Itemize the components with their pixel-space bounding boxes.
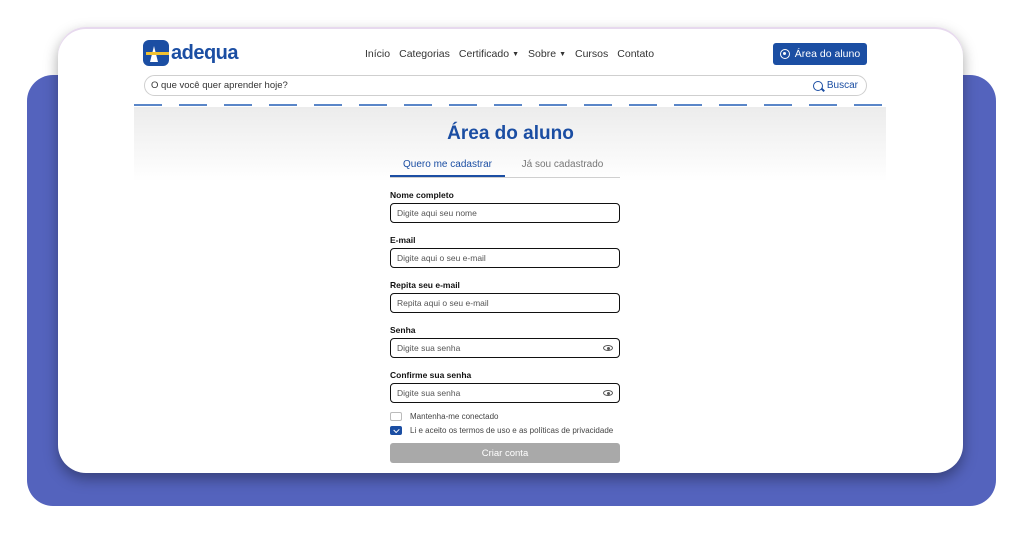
nav-item-inicio[interactable]: Início (365, 48, 390, 60)
caret-down-icon: ▼ (559, 50, 566, 58)
main-nav: Início Categorias Certificado ▼ Sobre ▼ … (365, 48, 654, 60)
tab-login[interactable]: Já sou cadastrado (505, 153, 620, 177)
terms-checkbox[interactable] (390, 426, 402, 435)
nav-item-categorias[interactable]: Categorias (399, 48, 450, 60)
tab-register[interactable]: Quero me cadastrar (390, 153, 505, 177)
caret-down-icon: ▼ (512, 50, 520, 58)
create-account-button[interactable]: Criar conta (390, 443, 620, 463)
search-bar: Buscar (144, 75, 867, 96)
show-password-eye-icon[interactable] (603, 345, 613, 351)
confirm-password-field-wrap (390, 383, 620, 403)
full-name-field-wrap (390, 203, 620, 223)
nav-item-sobre[interactable]: Sobre ▼ (528, 48, 566, 60)
nav-item-cursos[interactable]: Cursos (575, 48, 608, 60)
email-input[interactable] (397, 253, 613, 263)
signup-form: Quero me cadastrar Já sou cadastrado Nom… (390, 153, 620, 463)
confirm-password-label: Confirme sua senha (390, 370, 472, 380)
password-input[interactable] (397, 343, 603, 353)
keep-connected-label: Mantenha-me conectado (410, 412, 499, 421)
repeat-email-label: Repita seu e-mail (390, 280, 460, 290)
confirm-password-input[interactable] (397, 388, 603, 398)
student-area-button[interactable]: Área do aluno (773, 43, 867, 65)
logo[interactable]: adequa (143, 40, 239, 66)
user-circle-icon (779, 49, 790, 59)
page-title: Área do aluno (447, 123, 574, 144)
search-icon (812, 80, 823, 91)
repeat-email-field-wrap (390, 293, 620, 313)
email-label: E-mail (390, 235, 416, 245)
email-field-wrap (390, 248, 620, 268)
auth-tabs: Quero me cadastrar Já sou cadastrado (390, 153, 620, 178)
password-field-wrap (390, 338, 620, 358)
full-name-input[interactable] (397, 208, 613, 218)
nav-item-contato[interactable]: Contato (617, 48, 654, 60)
keep-connected-checkbox[interactable] (390, 412, 402, 421)
keep-connected-row: Mantenha-me conectado (390, 412, 620, 421)
nav-item-certificado[interactable]: Certificado ▼ (459, 48, 519, 60)
terms-label: Li e aceito os termos de uso e as políti… (410, 426, 614, 435)
search-input[interactable] (151, 80, 813, 91)
show-confirm-password-eye-icon[interactable] (603, 390, 613, 396)
logo-text: adequa (171, 41, 239, 64)
terms-row: Li e aceito os termos de uso e as políti… (390, 426, 620, 435)
browser-window: adequa Início Categorias Certificado ▼ S… (58, 27, 963, 473)
logo-icon (143, 40, 169, 66)
full-name-label: Nome completo (390, 190, 454, 200)
search-button[interactable]: Buscar (812, 80, 866, 91)
repeat-email-input[interactable] (397, 298, 613, 308)
password-label: Senha (390, 325, 416, 335)
dashed-divider (134, 104, 886, 106)
